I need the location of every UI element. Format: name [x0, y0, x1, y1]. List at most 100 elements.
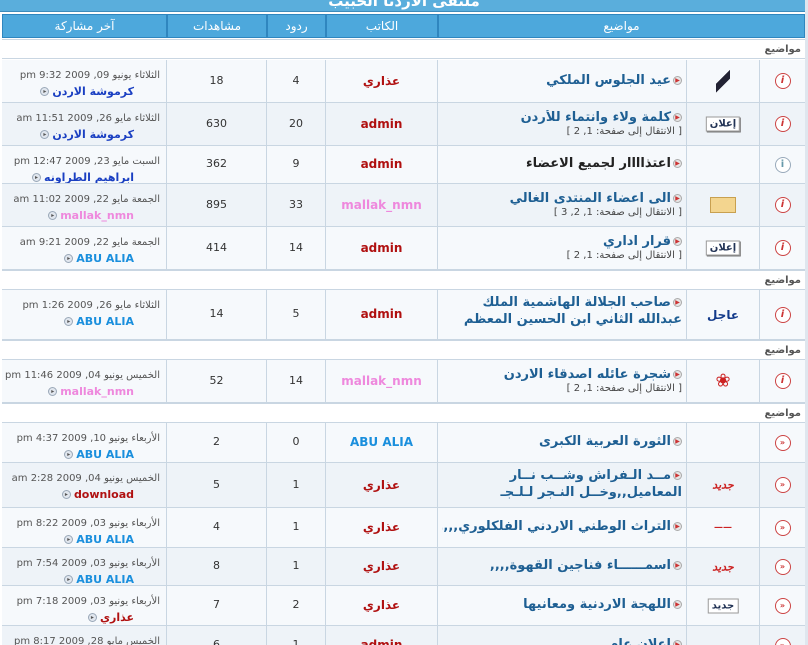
view-latest-post-icon[interactable]: ▸ [61, 490, 71, 499]
view-latest-post-icon[interactable]: ▸ [32, 173, 42, 182]
last-post-date: السبت مايو 23, 2009 12:47 pm [13, 156, 160, 167]
topic-cell: ▶اعتذاااار لجميع الاعضاء [438, 146, 687, 184]
author-link[interactable]: عذاري [326, 478, 437, 492]
author-link[interactable]: عذاري [326, 520, 437, 534]
author-link[interactable]: mallak_nmn [326, 374, 437, 388]
topic-info-icon[interactable]: i [774, 73, 791, 89]
go-arrow-icon[interactable]: ▶ [673, 370, 682, 379]
go-arrow-icon[interactable]: ▶ [673, 194, 682, 203]
author-cell: admin [326, 227, 438, 270]
go-arrow-icon[interactable]: ▶ [673, 471, 682, 480]
topic-icon-cell [687, 146, 760, 184]
topic-wrap: ▶كلمة ولاء وانتماء للأردن[ الانتقال إلى … [442, 110, 682, 137]
topic-wrap: ▶اعلان عام [442, 637, 682, 645]
topic-title-link[interactable]: ▶كلمة ولاء وانتماء للأردن [442, 110, 682, 125]
topic-pages[interactable]: [ الانتقال إلى صفحة: 1, 2 ] [442, 383, 682, 394]
topic-title-link[interactable]: ▶اعلان عام [442, 637, 682, 645]
topic-wrap: ▶قرار اداري[ الانتقال إلى صفحة: 1, 2 ] [442, 234, 682, 261]
last-post-user[interactable]: mallak_nmn [60, 385, 134, 398]
topic-title-link[interactable]: ▶الى اعضاء المنتدى الغالي [442, 191, 682, 206]
view-latest-post-icon[interactable]: ▸ [64, 450, 74, 459]
topic-title-link[interactable]: ▶قرار اداري [442, 234, 682, 249]
go-arrow-icon[interactable]: ▶ [673, 600, 682, 609]
view-latest-post-icon[interactable]: ▸ [64, 254, 74, 263]
topic-info-icon[interactable]: i [774, 156, 791, 173]
topic-info-icon[interactable]: i [774, 197, 791, 213]
go-arrow-icon[interactable]: ▶ [673, 159, 682, 168]
author-link[interactable]: عذاري [326, 598, 437, 612]
topic-title-link[interactable]: ▶شجرة عائله اصدقاء الاردن [442, 367, 682, 382]
last-post-user[interactable]: download [74, 488, 134, 501]
last-post-cell: الأربعاء يونيو 10, 2009 4:37 pm ABU ALIA ▸ [2, 423, 167, 463]
topic-title-link[interactable]: ▶مــد الـفراش وشــب نــار المعاميل,,وخــ… [442, 467, 682, 501]
forum-title: ملتقى الاردنا الحبيب [328, 0, 480, 10]
topic-arrow-icon[interactable]: » [774, 477, 791, 493]
last-post-user[interactable]: ABU ALIA [76, 448, 134, 461]
last-post-user[interactable]: ABU ALIA [76, 573, 134, 585]
topic-info-icon[interactable]: i [774, 240, 791, 256]
replies-cell: 1 [267, 463, 326, 508]
last-post-user[interactable]: عذاري [100, 611, 134, 624]
topic-info-icon[interactable]: i [774, 116, 791, 132]
go-arrow-icon[interactable]: ▶ [673, 561, 682, 570]
view-latest-post-icon[interactable]: ▸ [64, 575, 74, 584]
view-latest-post-icon[interactable]: ▸ [64, 317, 74, 326]
replies-cell: 2 [267, 586, 326, 626]
author-link[interactable]: ABU ALIA [326, 435, 437, 449]
header-views[interactable]: مشاهدات [167, 14, 267, 38]
header-topics[interactable]: مواضيع [438, 14, 805, 38]
author-link[interactable]: mallak_nmn [326, 198, 437, 212]
last-post-user[interactable]: كرموشة الاردن [52, 128, 134, 141]
topic-pages[interactable]: [ الانتقال إلى صفحة: 1, 2 ] [442, 250, 682, 261]
header-author[interactable]: الكاتب [326, 14, 438, 38]
topic-arrow-icon[interactable]: » [774, 558, 791, 575]
topic-pages[interactable]: [ الانتقال إلى صفحة: 1, 2 ] [442, 126, 682, 137]
topic-title-link[interactable]: ▶اسمــــــاء فناجين القهوة,,,, [442, 558, 682, 573]
topic-title-link[interactable]: ▶اعتذاااار لجميع الاعضاء [442, 156, 682, 171]
go-arrow-icon[interactable]: ▶ [673, 437, 682, 446]
view-latest-post-icon[interactable]: ▸ [40, 87, 50, 96]
topic-info-icon[interactable]: i [774, 373, 791, 389]
view-latest-post-icon[interactable]: ▸ [48, 211, 58, 220]
last-post-user[interactable]: ABU ALIA [76, 252, 134, 265]
topic-title-link[interactable]: ▶اللهجة الاردنية ومعانيها [442, 597, 682, 612]
go-arrow-icon[interactable]: ▶ [673, 522, 682, 531]
topic-title-link[interactable]: ▶صاحب الجلالة الهاشمية الملك عبدالله الث… [442, 294, 682, 328]
author-link[interactable]: عذاري [326, 74, 437, 88]
view-latest-post-icon[interactable]: ▸ [48, 387, 58, 396]
topic-pages[interactable]: [ الانتقال إلى صفحة: 1, 2, 3 ] [442, 207, 682, 218]
author-link[interactable]: admin [326, 638, 437, 645]
last-post-user[interactable]: كرموشة الاردن [52, 85, 134, 98]
last-post-user[interactable]: ABU ALIA [76, 315, 134, 328]
topic-cell: ▶عيد الجلوس الملكي [438, 60, 687, 103]
last-post-user[interactable]: ABU ALIA [76, 533, 134, 546]
replies-cell: 9 [267, 146, 326, 184]
replies-count: 1 [292, 478, 300, 491]
go-arrow-icon[interactable]: ▶ [673, 237, 682, 246]
topic-arrow-icon[interactable]: » [774, 434, 791, 451]
last-post-user[interactable]: mallak_nmn [60, 209, 134, 222]
topic-arrow-icon[interactable]: » [774, 597, 791, 614]
go-arrow-icon[interactable]: ▶ [673, 640, 682, 645]
author-link[interactable]: عذاري [326, 559, 437, 573]
author-cell: mallak_nmn [326, 360, 438, 403]
topic-info-icon[interactable]: i [774, 306, 791, 323]
header-replies[interactable]: ردود [267, 14, 326, 38]
view-latest-post-icon[interactable]: ▸ [40, 130, 50, 139]
topic-title-link[interactable]: ▶الثورة العربية الكبرى [442, 434, 682, 449]
header-last-post[interactable]: آخر مشاركة [2, 14, 167, 38]
author-link[interactable]: admin [326, 157, 437, 171]
author-link[interactable]: admin [326, 241, 437, 255]
topic-title-link[interactable]: ▶التراث الوطني الاردني الفلكلوري,,,, [442, 519, 682, 534]
view-latest-post-icon[interactable]: ▸ [87, 613, 97, 622]
topic-arrow-icon[interactable]: » [774, 519, 791, 536]
go-arrow-icon[interactable]: ▶ [673, 113, 682, 122]
go-arrow-icon[interactable]: ▶ [673, 298, 682, 307]
topic-title-link[interactable]: ▶عيد الجلوس الملكي [442, 73, 682, 88]
last-post-user[interactable]: ابراهيم الطراونه [44, 171, 134, 183]
author-link[interactable]: admin [326, 307, 437, 321]
topic-arrow-icon[interactable]: » [774, 637, 791, 645]
go-arrow-icon[interactable]: ▶ [673, 76, 682, 85]
view-latest-post-icon[interactable]: ▸ [64, 535, 74, 544]
author-link[interactable]: admin [326, 117, 437, 131]
